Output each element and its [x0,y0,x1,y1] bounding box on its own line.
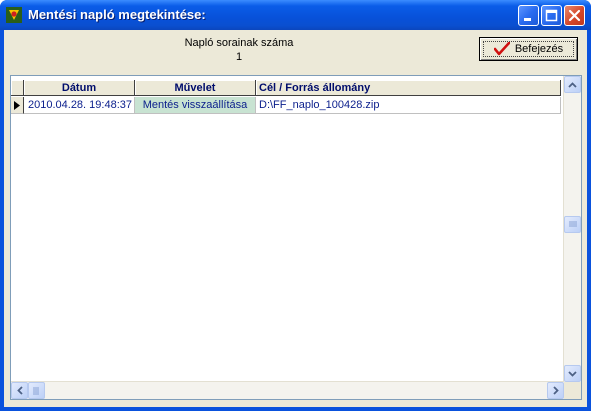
cell-date[interactable]: 2010.04.28. 19:48:37 [24,97,135,114]
app-icon [6,7,22,23]
maximize-button[interactable] [541,5,562,26]
cell-operation[interactable]: Mentés visszaállítása [135,97,256,114]
app-window: Mentési napló megtekintése: Napló sorain… [0,0,591,411]
row-indicator [11,97,24,114]
chevron-up-icon [568,81,577,88]
scroll-up-button[interactable] [564,76,581,93]
close-icon [568,9,581,22]
minimize-button[interactable] [518,5,539,26]
close-button[interactable] [564,5,585,26]
chevron-left-icon [16,386,23,395]
table-row[interactable]: 2010.04.28. 19:48:37 Mentés visszaállítá… [11,97,561,114]
vertical-scroll-thumb[interactable] [564,216,581,233]
scroll-right-button[interactable] [547,382,564,399]
window-title: Mentési napló megtekintése: [28,7,206,22]
header-date[interactable]: Dátum [24,80,135,96]
row-pointer-icon [14,100,20,110]
grip-icon [33,386,39,395]
cell-target-file[interactable]: D:\FF_naplo_100428.zip [256,97,561,114]
header-operation[interactable]: Művelet [135,80,256,96]
title-bar[interactable]: Mentési napló megtekintése: [0,0,591,30]
header-indicator-cell [11,80,24,96]
grip-icon [568,221,577,227]
row-count-label: Napló sorainak száma [184,37,294,49]
horizontal-scrollbar[interactable] [11,381,564,399]
focus-rect [483,41,574,57]
header-target-file[interactable]: Cél / Forrás állomány [256,80,561,96]
horizontal-scroll-thumb[interactable] [28,382,45,399]
scroll-left-button[interactable] [11,382,28,399]
dialog-body: Napló sorainak száma 1 Befejezés Dátum M… [4,30,587,407]
scroll-down-button[interactable] [564,365,581,382]
log-grid[interactable]: Dátum Művelet Cél / Forrás állomány 2010… [10,75,582,400]
vertical-scrollbar[interactable] [563,76,581,382]
minimize-icon [524,18,531,21]
row-count-value: 1 [235,51,243,63]
maximize-icon [545,9,558,22]
finish-button[interactable]: Befejezés [479,37,578,61]
grid-header: Dátum Művelet Cél / Forrás állomány [11,80,561,96]
scrollbar-corner [564,382,581,399]
chevron-right-icon [552,386,559,395]
chevron-down-icon [568,370,577,377]
